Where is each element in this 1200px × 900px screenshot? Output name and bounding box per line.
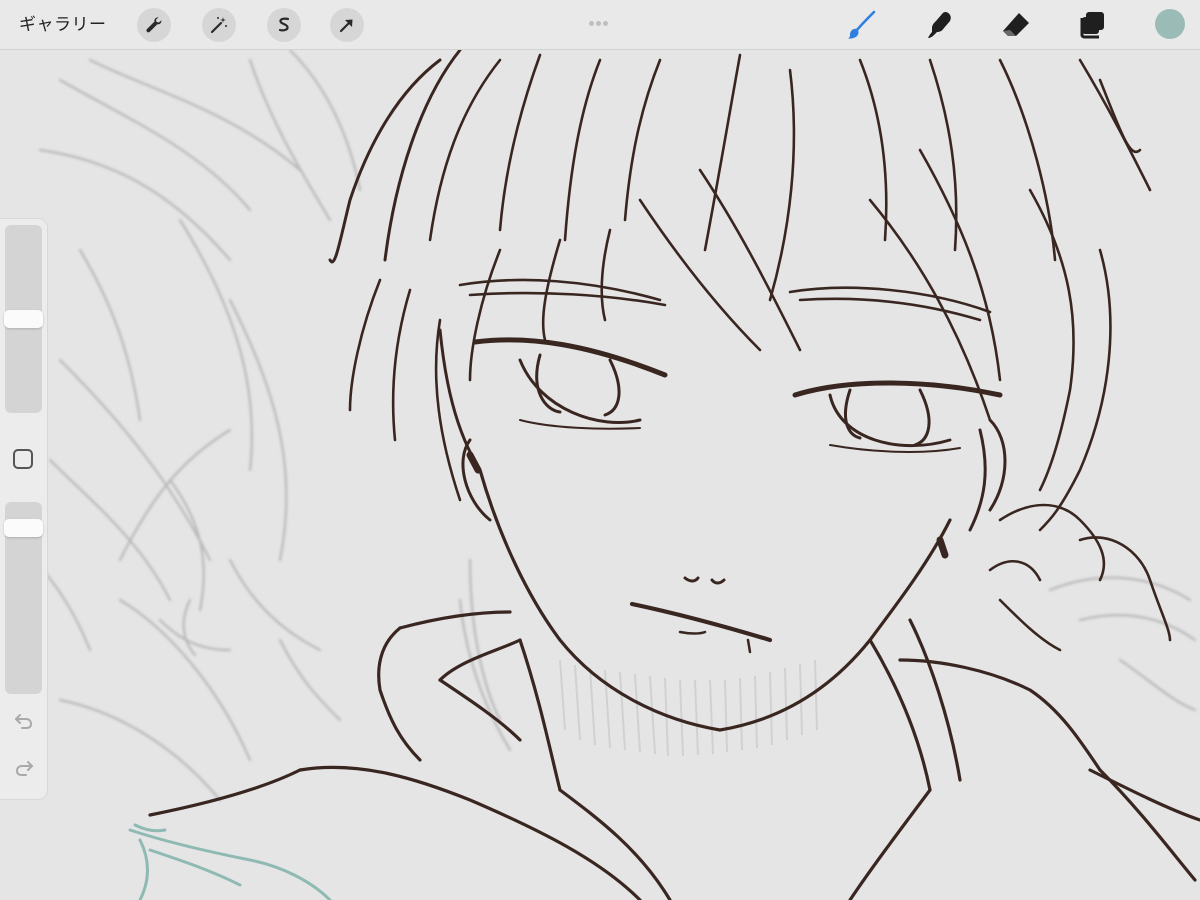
- canvas-artwork: [0, 0, 1200, 900]
- layers-icon: [1080, 12, 1104, 39]
- adjustments-button[interactable]: [202, 8, 236, 42]
- gallery-button[interactable]: ギャラリー: [19, 12, 107, 38]
- opacity-slider-thumb[interactable]: [4, 519, 43, 537]
- color-picker-button[interactable]: [1155, 9, 1185, 39]
- smudge-finger-icon: [928, 11, 951, 38]
- selection-s-icon: [278, 17, 290, 32]
- eraser-tool-button[interactable]: [999, 8, 1033, 42]
- wrench-icon: [146, 17, 162, 33]
- undo-icon: [15, 714, 33, 729]
- actions-button[interactable]: [137, 8, 171, 42]
- redo-button[interactable]: [13, 757, 35, 779]
- left-sidebar: [0, 219, 47, 799]
- smudge-tool-button[interactable]: [922, 8, 956, 42]
- arrow-cursor-icon: [339, 19, 353, 33]
- undo-button[interactable]: [13, 710, 35, 732]
- brush-size-slider-thumb[interactable]: [4, 310, 43, 328]
- brush-icon: [848, 10, 876, 39]
- redo-icon: [15, 761, 33, 776]
- drawing-canvas[interactable]: [0, 0, 1200, 900]
- top-toolbar: ギャラリー: [0, 0, 1200, 50]
- square-modify-icon[interactable]: [13, 449, 33, 469]
- brush-size-slider[interactable]: [4, 225, 43, 413]
- selection-button[interactable]: [267, 8, 301, 42]
- toolbar-handle[interactable]: [589, 11, 613, 26]
- brush-tool-button[interactable]: [845, 8, 879, 42]
- layers-button[interactable]: [1076, 8, 1110, 42]
- opacity-slider[interactable]: [4, 502, 43, 694]
- eraser-icon: [1003, 13, 1029, 36]
- magic-wand-icon: [210, 17, 227, 34]
- procreate-app: ギャラリー: [0, 0, 1200, 900]
- transform-button[interactable]: [330, 8, 364, 42]
